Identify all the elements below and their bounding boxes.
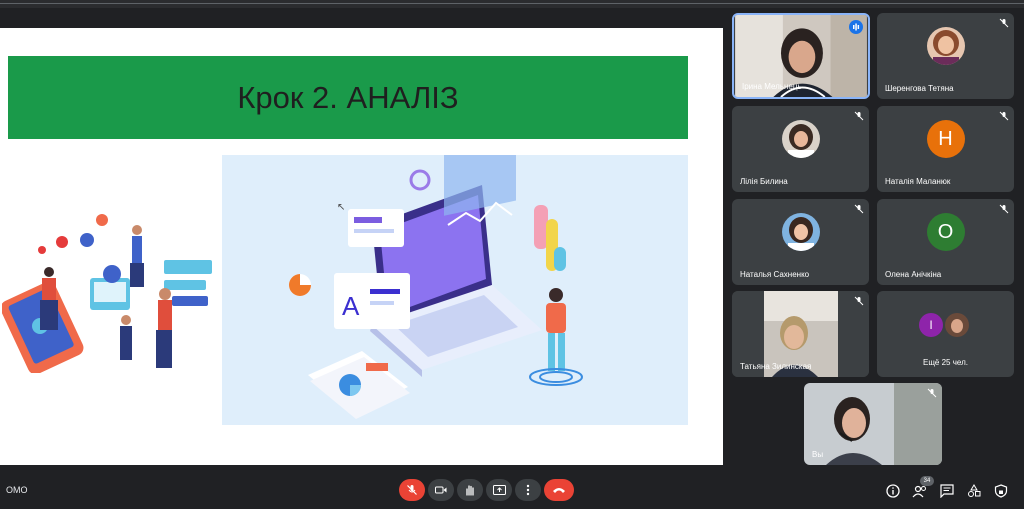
self-view-tile[interactable]: Вы [804,383,942,465]
participant-name: Наталія Маланюк [885,177,951,186]
speaking-indicator-icon [849,20,863,34]
participant-tile-olena[interactable]: О Олена Анічкіна [877,199,1014,285]
mic-off-icon [854,111,864,121]
bottom-control-bar: ОМО 34 [0,465,1024,509]
chat-button[interactable] [939,483,955,499]
present-screen-icon [492,484,506,495]
mic-off-icon [854,204,864,214]
info-icon [886,484,900,498]
host-controls-button[interactable] [993,483,1009,499]
shield-lock-icon [994,484,1008,498]
camera-icon [435,486,447,494]
presentation-slide: Крок 2. АНАЛІЗ A ↖ [0,28,723,465]
meeting-details-button[interactable] [885,483,901,499]
chat-icon [940,484,954,498]
participant-name: Шеренгова Тетяна [885,84,954,93]
svg-text:A: A [342,291,360,321]
participant-name: Лілія Билина [740,177,788,186]
participant-avatar [781,212,820,251]
participant-avatar [945,313,969,337]
mic-toggle-button[interactable] [399,479,425,501]
mouse-cursor-icon: ↖ [337,202,346,213]
mic-off-icon [854,296,864,306]
mic-off-icon [999,204,1009,214]
participant-tile-nataliia-m[interactable]: Н Наталія Маланюк [877,106,1014,192]
participant-name: Наталья Сахненко [740,270,810,279]
present-screen-button[interactable] [486,479,512,501]
mic-off-icon [999,18,1009,28]
mic-off-icon [927,388,937,398]
more-participants-label: Ещё 25 чел. [923,358,968,367]
self-video [804,383,942,465]
end-call-icon [553,488,565,493]
self-name: Вы [812,450,824,459]
mic-off-icon [999,111,1009,121]
participant-tile-natalya-s[interactable]: Наталья Сахненко [732,199,869,285]
more-participants-tile[interactable]: І Ещё 25 чел. [877,291,1014,377]
social-media-illustration [2,208,212,373]
more-vert-icon [526,484,530,496]
camera-toggle-button[interactable] [428,479,454,501]
participant-initial-avatar: І [919,313,943,337]
participant-avatar [781,119,820,158]
participant-tile-liliya[interactable]: Лілія Билина [732,106,869,192]
leave-call-button[interactable] [544,479,574,501]
shapes-icon [968,484,981,497]
participant-name: Татьяна Зилинская [740,362,812,371]
hand-icon [466,485,474,496]
raise-hand-button[interactable] [457,479,483,501]
participant-name: Ірина Мельнець [742,82,802,91]
mic-off-icon [407,485,417,495]
participant-initial-avatar: Н [926,119,965,158]
participant-name: Олена Анічкіна [885,270,942,279]
people-icon [912,485,926,498]
window-top-bar [0,0,1024,8]
participant-tile-iryna[interactable]: Ірина Мельнець [732,13,870,99]
participant-tile-tatyana[interactable]: Татьяна Зилинская [732,291,869,377]
more-participants-avatars: І [919,313,975,339]
slide-title: Крок 2. АНАЛІЗ [237,80,459,115]
meeting-code: ОМО [6,485,28,495]
participant-tile-sherengova[interactable]: Шеренгова Тетяна [877,13,1014,99]
participants-button[interactable]: 34 [912,476,934,499]
laptop-analysis-illustration: A [222,155,688,425]
participant-initial-avatar: О [926,212,965,251]
participant-count-badge: 34 [920,476,934,486]
more-options-button[interactable] [515,479,541,501]
activities-button[interactable] [966,483,982,499]
participant-avatar [926,26,965,65]
